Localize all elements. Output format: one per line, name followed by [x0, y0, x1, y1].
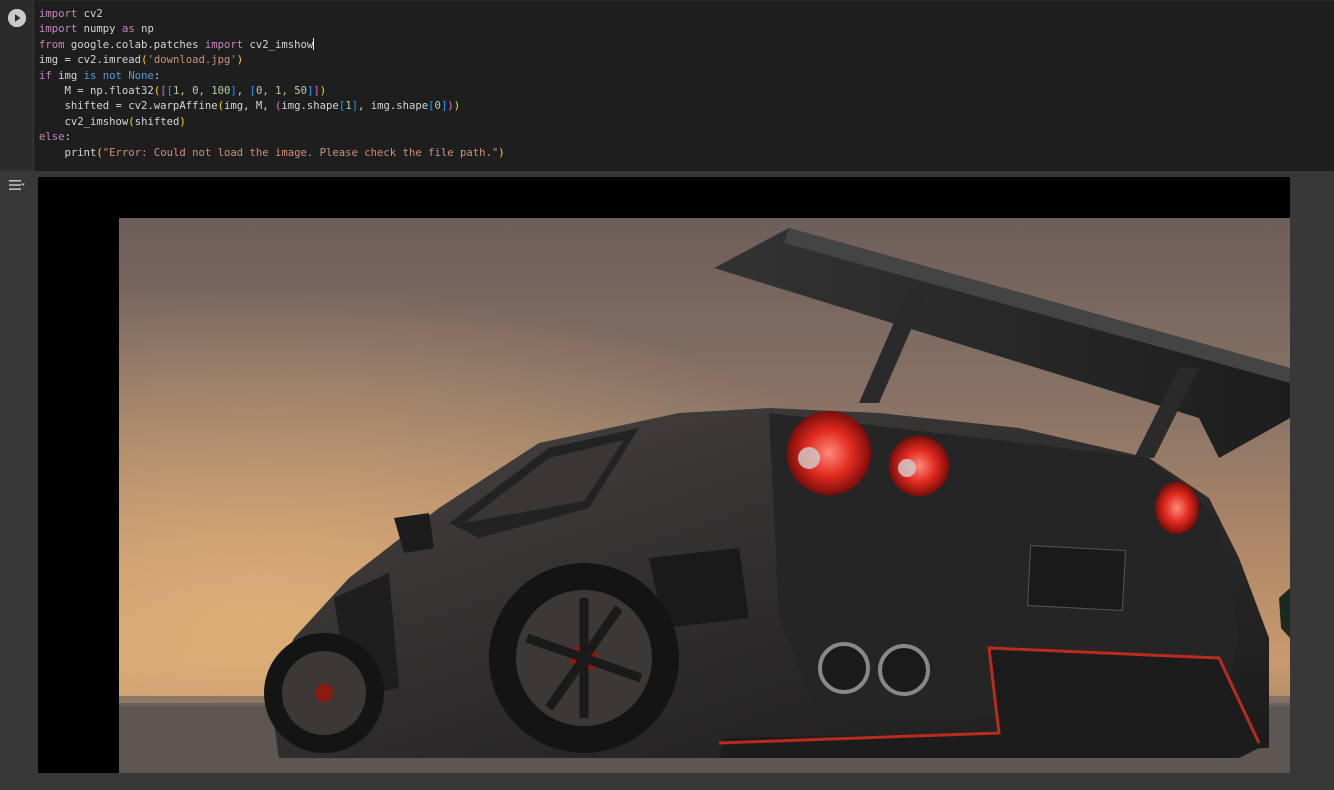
- code-token: img, M,: [223, 100, 276, 113]
- code-token: 1, 0, 100: [172, 84, 231, 97]
- code-token: is not: [83, 69, 122, 82]
- code-token: cv2: [77, 8, 103, 20]
- play-circle-icon[interactable]: [8, 9, 26, 27]
- code-token: ,: [236, 84, 250, 97]
- code-token: else: [39, 131, 65, 144]
- shifted-car-photo: [119, 218, 1290, 773]
- code-token: ): [236, 54, 244, 67]
- code-line: from google.colab.patches import cv2_ims…: [39, 37, 505, 53]
- code-token: :: [64, 131, 71, 144]
- code-line: M = np.float32([[1, 0, 100], [0, 1, 50]]…: [39, 84, 505, 99]
- code-token: None: [128, 69, 154, 82]
- code-token: img = cv2.imread: [39, 54, 142, 67]
- code-line: img = cv2.imread('download.jpg'): [39, 53, 505, 68]
- code-token: img.shape: [281, 100, 339, 113]
- code-token: shifted: [134, 115, 180, 128]
- cell-gutter: [0, 1, 34, 171]
- code-token: M = np.float32: [39, 84, 154, 97]
- text-cursor: [313, 37, 315, 50]
- code-line: print("Error: Could not load the image. …: [39, 146, 505, 161]
- code-line: import numpy as np: [39, 22, 505, 37]
- code-token: shifted = cv2.warpAffine: [39, 100, 218, 113]
- cell-output: [0, 172, 1334, 790]
- code-token: img: [51, 69, 84, 82]
- code-token: print: [39, 146, 97, 159]
- code-token: ): [179, 115, 186, 128]
- code-token: 0, 1, 50: [255, 84, 307, 97]
- code-token: import: [39, 8, 78, 20]
- code-token: , img.shape: [357, 100, 429, 113]
- code-line: shifted = cv2.warpAffine(img, M, (img.sh…: [39, 99, 505, 114]
- code-token: import: [39, 23, 78, 36]
- code-token: "Error: Could not load the image. Please…: [102, 146, 499, 159]
- code-token: :: [153, 69, 161, 82]
- code-token: ): [453, 100, 461, 113]
- code-token: from: [39, 38, 65, 51]
- code-line: import cv2: [39, 7, 505, 22]
- code-editor[interactable]: import cv2 import numpy as np from google.…: [39, 7, 505, 161]
- code-token: if: [39, 69, 52, 82]
- code-token: import: [204, 38, 244, 51]
- code-cell[interactable]: import cv2 import numpy as np from google.…: [0, 0, 1334, 171]
- output-options-icon[interactable]: [8, 177, 26, 193]
- code-token: as: [121, 23, 135, 36]
- output-image: [38, 177, 1290, 773]
- code-token: numpy: [77, 23, 122, 36]
- code-token: google.colab.patches: [64, 38, 205, 51]
- code-line: cv2_imshow(shifted): [39, 115, 505, 130]
- code-token: cv2_imshow: [39, 115, 129, 128]
- code-token: np: [134, 23, 154, 36]
- code-token: ): [498, 146, 505, 159]
- code-line: else:: [39, 130, 505, 145]
- code-line: if img is not None:: [39, 69, 505, 84]
- code-token: 'download.jpg': [147, 54, 237, 67]
- code-token: cv2_imshow: [243, 38, 314, 51]
- code-token: ): [319, 84, 327, 97]
